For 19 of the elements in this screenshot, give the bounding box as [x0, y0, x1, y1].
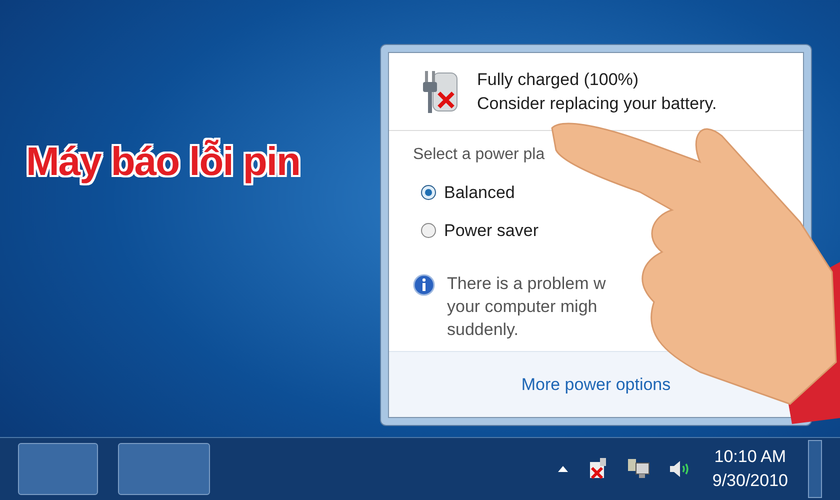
clock-time: 10:10 AM [714, 446, 786, 468]
battery-error-icon[interactable] [588, 458, 608, 480]
network-icon[interactable] [628, 459, 650, 479]
info-text: your computer migh [447, 296, 598, 318]
info-text: There is a problem w [447, 273, 606, 295]
info-icon [413, 274, 435, 296]
caption-text: Máy báo lỗi pin [26, 138, 300, 186]
info-text: suddenly. [447, 319, 520, 341]
radio-button[interactable] [421, 222, 436, 238]
clock-date: 9/30/2010 [712, 470, 788, 492]
plan-label: Balanced [444, 182, 515, 204]
plan-heading: Select a power pla [413, 145, 546, 165]
show-hidden-icons-icon[interactable] [558, 466, 568, 472]
warning-text: Consider replacing your battery. [477, 92, 717, 114]
radio-button[interactable] [421, 185, 436, 200]
show-desktop-button[interactable] [808, 440, 822, 498]
status-text: Fully charged (100%) [477, 68, 640, 90]
more-power-options-link[interactable]: More power options [521, 372, 671, 398]
plan-label: Power saver [444, 220, 538, 242]
